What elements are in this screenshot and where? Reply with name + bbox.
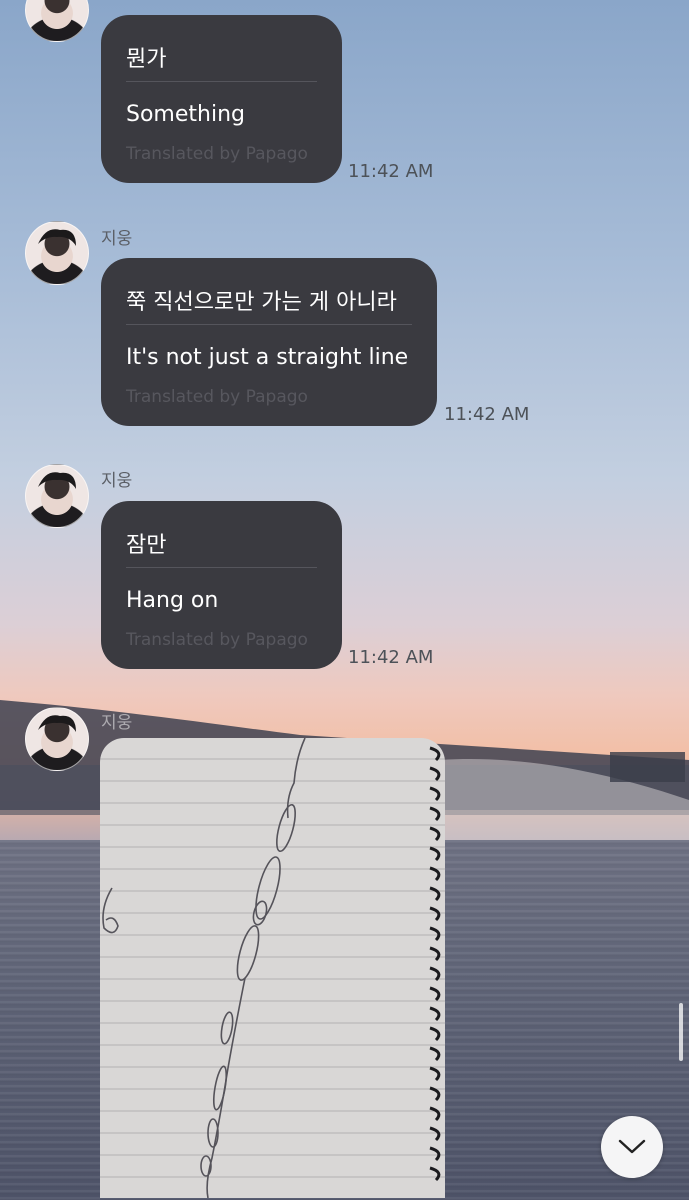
- sender-name: 지웅: [101, 471, 133, 491]
- avatar[interactable]: [25, 221, 89, 285]
- translated-text: It's not just a straight line: [126, 345, 409, 370]
- translation-credit: Translated by Papago: [126, 630, 308, 650]
- message-bubble[interactable]: 잠만 Hang on Translated by Papago: [101, 501, 342, 669]
- translation-credit: Translated by Papago: [126, 144, 308, 164]
- sender-name: 지웅: [101, 713, 133, 733]
- photo-attachment[interactable]: [100, 738, 445, 1198]
- translated-text: Hang on: [126, 588, 219, 613]
- avatar[interactable]: [25, 707, 89, 771]
- avatar[interactable]: [25, 0, 89, 42]
- avatar[interactable]: [25, 464, 89, 528]
- scroll-to-bottom-button[interactable]: [601, 1116, 663, 1178]
- message-bubble[interactable]: 뭔가 Something Translated by Papago: [101, 15, 342, 183]
- bubble-divider: [126, 81, 317, 82]
- sender-name: 지웅: [101, 229, 133, 249]
- original-text: 쭉 직선으로만 가는 게 아니라: [126, 290, 397, 315]
- translated-text: Something: [126, 102, 245, 127]
- original-text: 잠만: [126, 533, 167, 558]
- translation-credit: Translated by Papago: [126, 387, 308, 407]
- bubble-divider: [126, 324, 412, 325]
- original-text: 뭔가: [126, 47, 167, 72]
- chat-screen: 뭔가 Something Translated by Papago 11:42 …: [0, 0, 689, 1200]
- message-time: 11:42 AM: [348, 161, 434, 182]
- notebook-sketch-image: [102, 738, 441, 1198]
- bubble-divider: [126, 567, 317, 568]
- scrollbar[interactable]: [679, 1003, 683, 1061]
- chevron-down-icon: [618, 1139, 646, 1154]
- message-time: 11:42 AM: [348, 647, 434, 668]
- message-time: 11:42 AM: [444, 404, 530, 425]
- message-bubble[interactable]: 쭉 직선으로만 가는 게 아니라 It's not just a straigh…: [101, 258, 437, 426]
